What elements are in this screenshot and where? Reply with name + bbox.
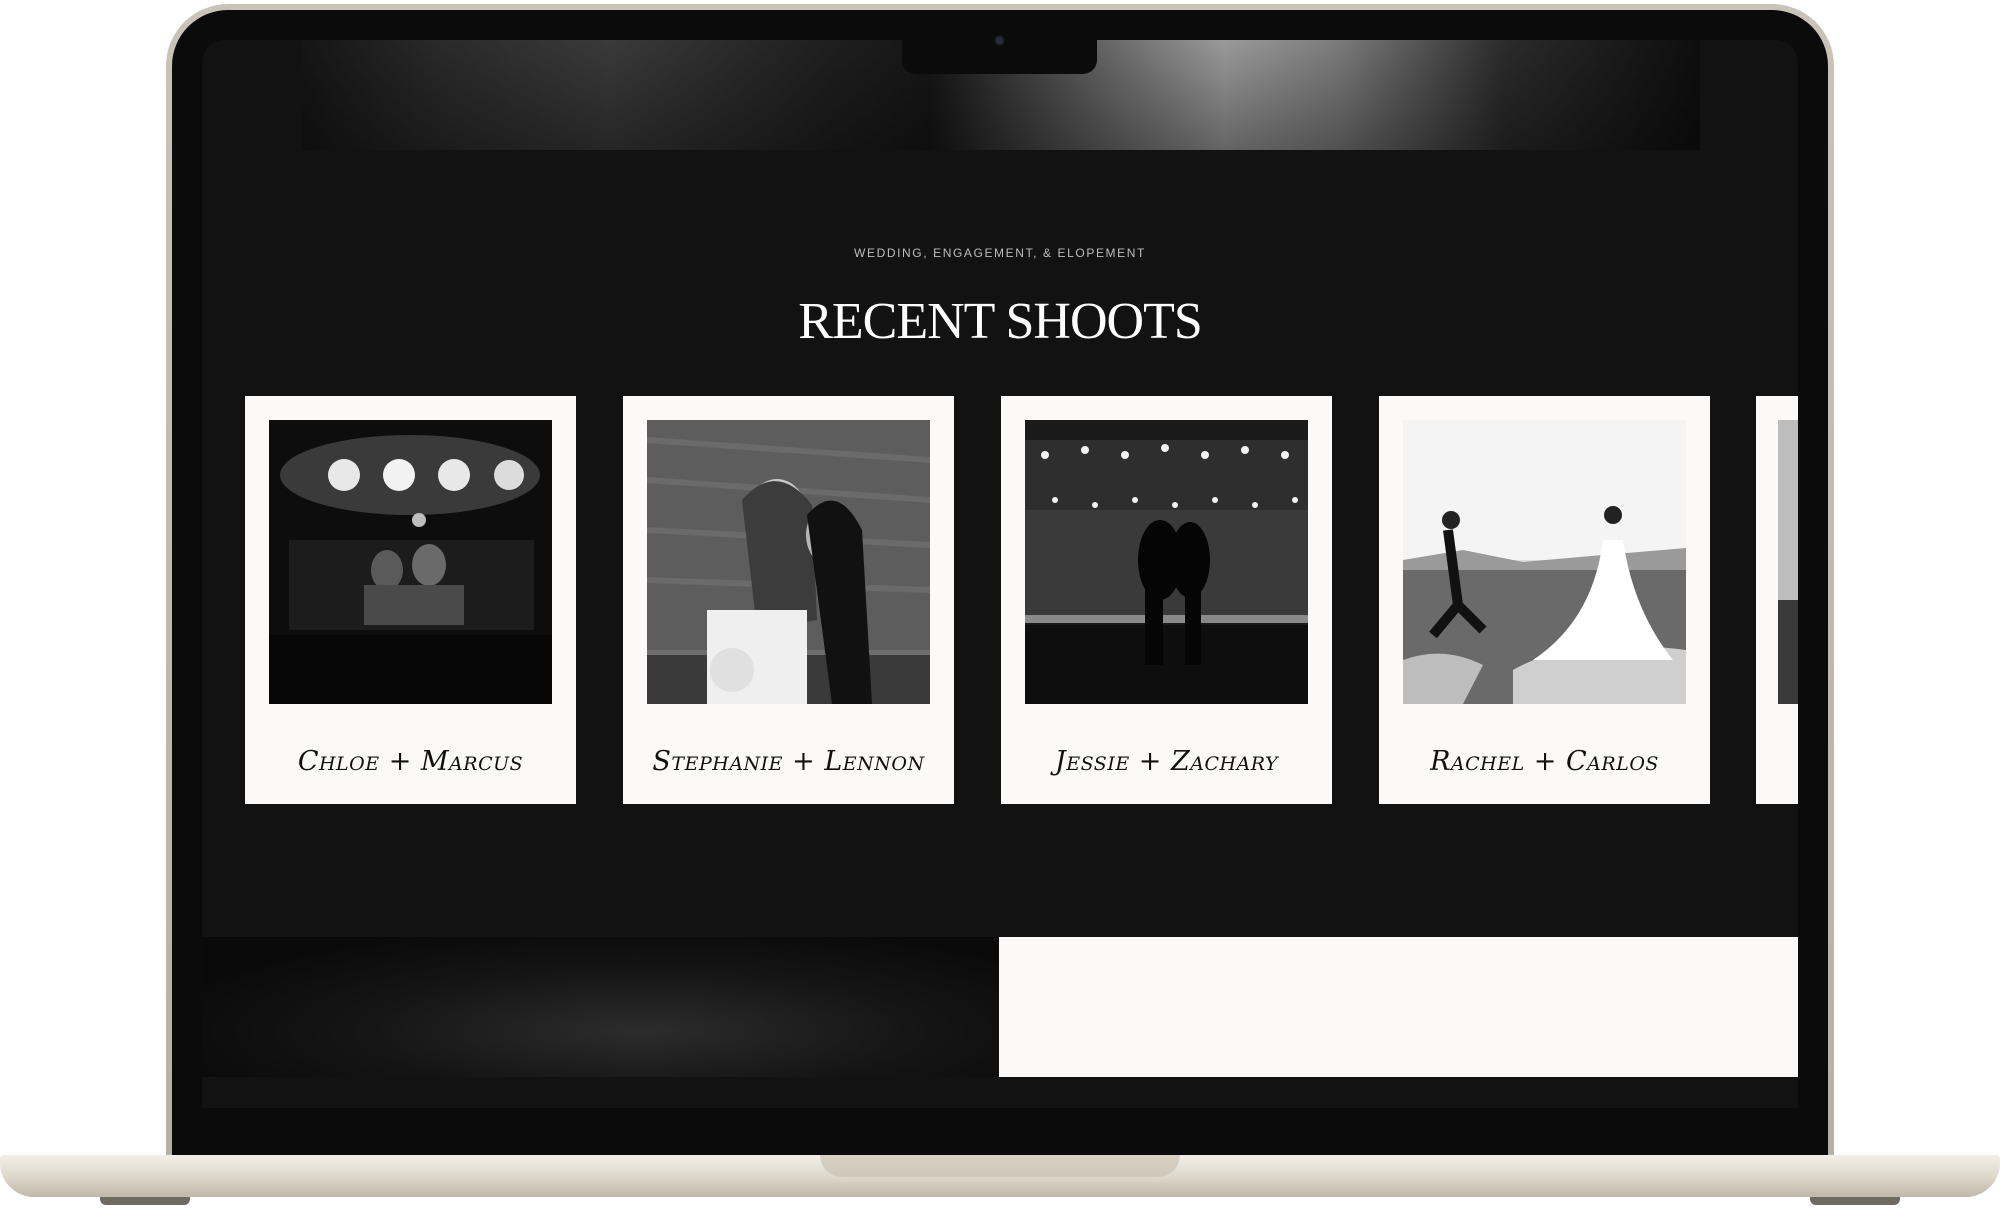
- section-title: RECENT SHOOTS: [798, 293, 1203, 350]
- shoot-card[interactable]: Stephanie + Lennon: [623, 396, 954, 804]
- screen-bottom-bar: [202, 1077, 1798, 1108]
- shoot-caption: Jessie + Zachary: [1054, 746, 1279, 777]
- shoot-caption: Rachel + Carlos: [1430, 746, 1659, 777]
- shoot-card[interactable]: Rachel + Carlos: [1379, 396, 1710, 804]
- shoot-card[interactable]: Chloe + Marcus: [245, 396, 576, 804]
- shoot-caption: Stephanie + Lennon: [652, 746, 925, 777]
- shoot-photo[interactable]: [647, 420, 930, 704]
- shoot-photo[interactable]: [269, 420, 552, 704]
- shoot-photo[interactable]: [1778, 420, 1798, 704]
- shoot-caption: Chloe + Marcus: [297, 746, 524, 777]
- shoot-card-partial[interactable]: [1756, 396, 1798, 804]
- footer-panel: [999, 937, 1798, 1077]
- shoot-card[interactable]: Jessie + Zachary: [1001, 396, 1332, 804]
- laptop-foot: [100, 1197, 190, 1205]
- laptop-opening-notch: [820, 1155, 1180, 1177]
- browser-viewport: WEDDING, ENGAGEMENT, & ELOPEMENT RECENT …: [202, 40, 1798, 1108]
- camera-icon: [994, 35, 1005, 46]
- section-eyebrow: WEDDING, ENGAGEMENT, & ELOPEMENT: [854, 246, 1146, 260]
- shoot-photo[interactable]: [1403, 420, 1686, 704]
- shoot-photo[interactable]: [1025, 420, 1308, 704]
- laptop-foot: [1810, 1197, 1900, 1205]
